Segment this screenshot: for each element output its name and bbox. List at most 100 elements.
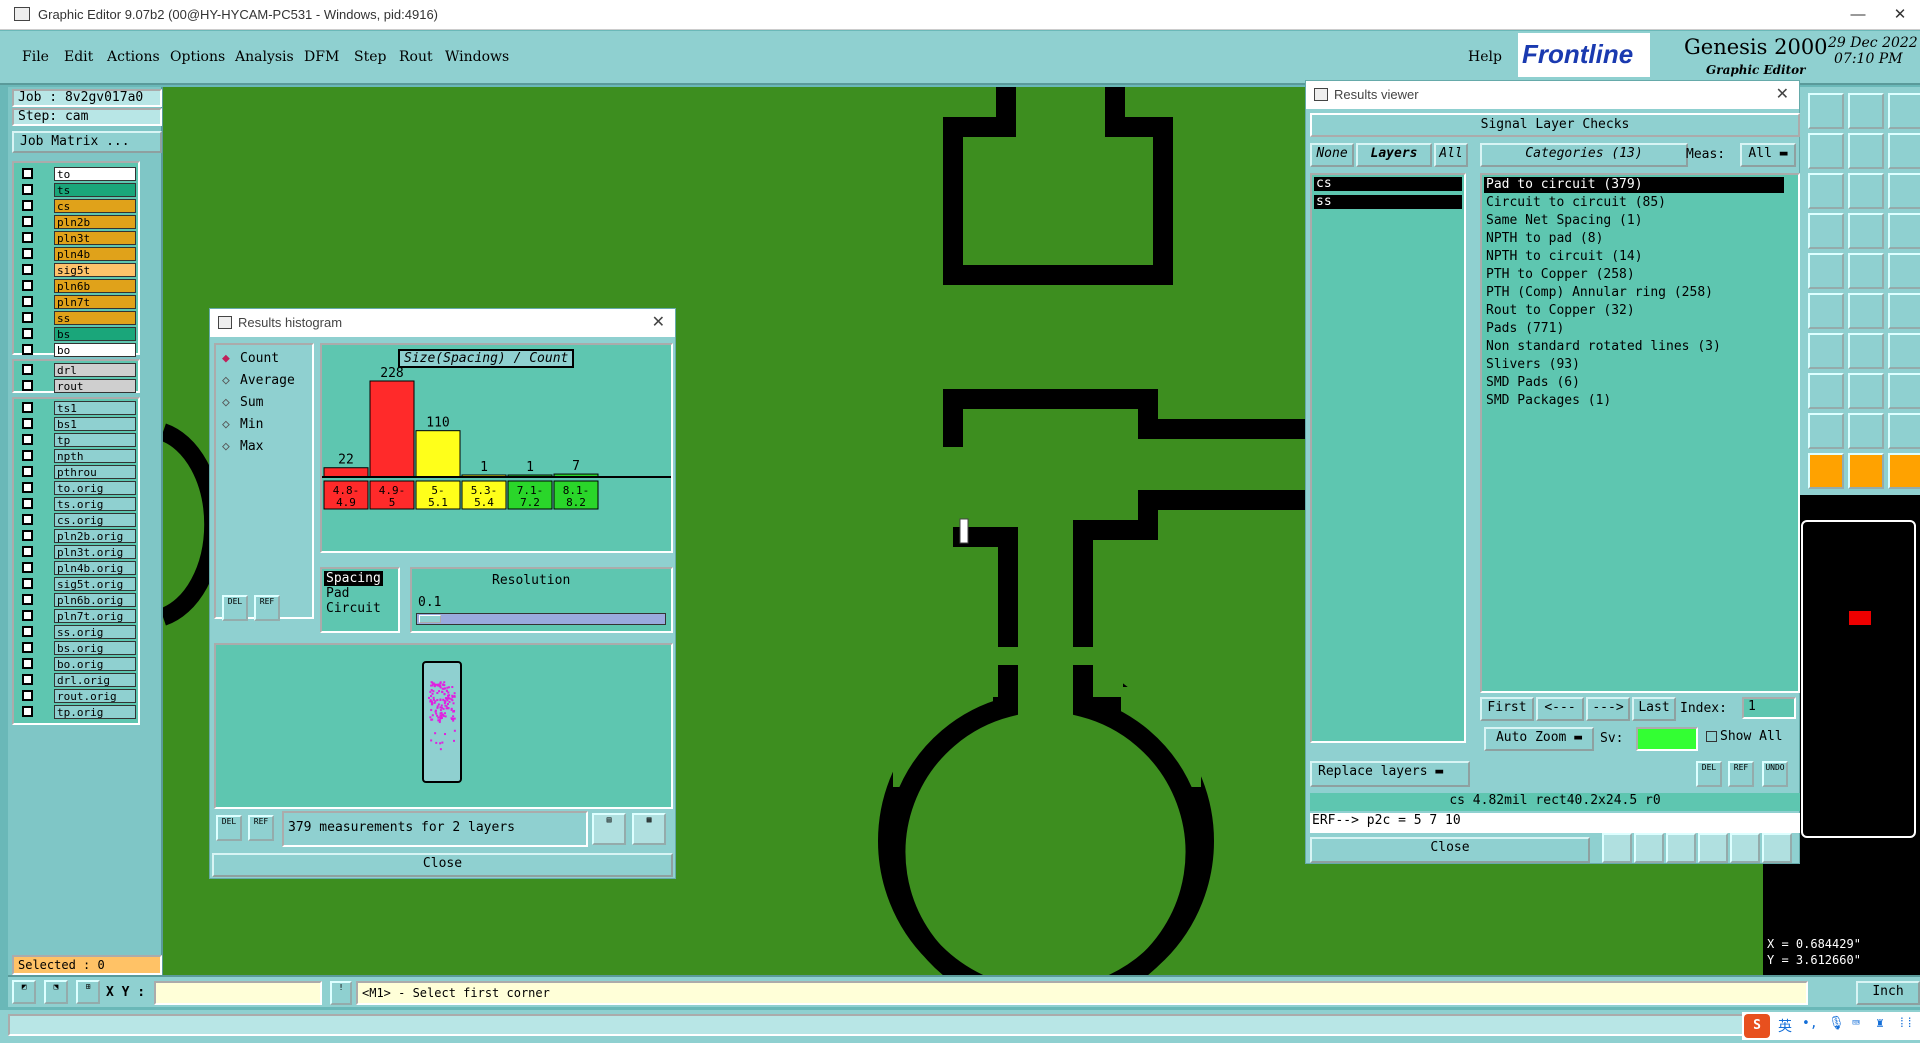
home-icon[interactable] — [1848, 93, 1884, 129]
layer-checkbox[interactable] — [22, 642, 33, 653]
keyboard-icon[interactable]: ⌨ — [1852, 1016, 1860, 1031]
categories-header[interactable]: Categories (13) — [1480, 143, 1688, 167]
histogram-close-button[interactable]: Close — [212, 853, 673, 877]
copy-icon[interactable] — [1888, 373, 1920, 409]
layer-checkbox[interactable] — [22, 530, 33, 541]
viewer-undo-button[interactable]: UNDO — [1762, 761, 1788, 787]
layer-row-ts1[interactable]: ts1 — [16, 401, 140, 415]
viewer-ref-button[interactable]: REF — [1728, 761, 1754, 787]
layer-row-pln4b.orig[interactable]: pln4b.orig — [16, 561, 140, 575]
maximize-button[interactable] — [1840, 4, 1880, 26]
layer-name[interactable]: pln7t — [54, 295, 136, 309]
layer-row-ss.orig[interactable]: ss.orig — [16, 625, 140, 639]
layer-row-ss[interactable]: ss — [16, 311, 140, 325]
index-field[interactable]: 1 — [1742, 697, 1796, 719]
category-item[interactable]: Slivers (93) — [1484, 357, 1784, 373]
next-button[interactable]: ---> — [1586, 697, 1630, 721]
mode-max[interactable]: ◇ Max — [222, 439, 312, 457]
layer-checkbox[interactable] — [22, 594, 33, 605]
layer-checkbox[interactable] — [22, 402, 33, 413]
units-select[interactable]: Inch — [1856, 981, 1920, 1005]
layer-checkbox[interactable] — [22, 328, 33, 339]
select-icon[interactable] — [1808, 453, 1844, 489]
pad-icon[interactable] — [1888, 253, 1920, 289]
layer-row-bo[interactable]: bo — [16, 343, 140, 357]
result-layer-ss[interactable]: ss — [1314, 195, 1462, 209]
shirt-icon[interactable]: ♜ — [1876, 1016, 1884, 1031]
layer-name[interactable]: bs.orig — [54, 641, 136, 655]
layer-result-list[interactable]: cs ss — [1310, 173, 1466, 743]
layer-name[interactable]: pln6b — [54, 279, 136, 293]
layer-row-pthrou[interactable]: pthrou — [16, 465, 140, 479]
ref-button-bottom[interactable]: REF — [248, 815, 274, 841]
result-layer-cs[interactable]: cs — [1314, 177, 1462, 191]
layer-checkbox[interactable] — [22, 312, 33, 323]
layers-button[interactable]: Layers — [1356, 143, 1432, 167]
layer-checkbox[interactable] — [22, 482, 33, 493]
layer-row-tp.orig[interactable]: tp.orig — [16, 705, 140, 719]
layer-row-npth[interactable]: npth — [16, 449, 140, 463]
report-icon[interactable] — [1730, 833, 1760, 863]
layer-row-pln6b[interactable]: pln6b — [16, 279, 140, 293]
layer-row-pln4b[interactable]: pln4b — [16, 247, 140, 261]
layer-checkbox[interactable] — [22, 562, 33, 573]
layer-row-rout[interactable]: rout — [16, 379, 140, 393]
layer-name[interactable]: ts.orig — [54, 497, 136, 511]
layer-name[interactable]: rout — [54, 379, 136, 393]
show-all-checkbox[interactable] — [1706, 731, 1717, 742]
layer-name[interactable]: sig5t — [54, 263, 136, 277]
layer-row-cs[interactable]: cs — [16, 199, 140, 213]
layer-name[interactable]: rout.orig — [54, 689, 136, 703]
layer-icon[interactable] — [1888, 93, 1920, 129]
layer-row-pln2b[interactable]: pln2b — [16, 215, 140, 229]
layer-name[interactable]: ss — [54, 311, 136, 325]
layer-row-ts.orig[interactable]: ts.orig — [16, 497, 140, 511]
layer-checkbox[interactable] — [22, 514, 33, 525]
ime-language[interactable]: 英 — [1778, 1016, 1792, 1036]
layer-name[interactable]: pln2b — [54, 215, 136, 229]
pointer-icon[interactable] — [1848, 453, 1884, 489]
last-button[interactable]: Last — [1632, 697, 1676, 721]
net-icon[interactable] — [1848, 213, 1884, 249]
grid-apps-icon[interactable]: ⁞⁞ — [1898, 1016, 1914, 1031]
layer-name[interactable]: bs1 — [54, 417, 136, 431]
layer-name[interactable]: bo.orig — [54, 657, 136, 671]
sv-color-select[interactable] — [1636, 727, 1698, 751]
layer-name[interactable]: pln4b.orig — [54, 561, 136, 575]
layer-name[interactable]: pln6b.orig — [54, 593, 136, 607]
layer-row-pln6b.orig[interactable]: pln6b.orig — [16, 593, 140, 607]
layer-row-to[interactable]: to — [16, 167, 140, 181]
layer-name[interactable]: cs.orig — [54, 513, 136, 527]
mode-average[interactable]: ◇ Average — [222, 373, 312, 391]
layer-checkbox[interactable] — [22, 466, 33, 477]
del-button-bottom[interactable]: DEL — [216, 815, 242, 841]
category-list[interactable]: Pad to circuit (379) Circuit to circuit (… — [1480, 173, 1800, 693]
layer-name[interactable]: sig5t.orig — [54, 577, 136, 591]
layer-checkbox[interactable] — [22, 296, 33, 307]
layer-row-pln3t[interactable]: pln3t — [16, 231, 140, 245]
category-item[interactable]: SMD Packages (1) — [1484, 393, 1784, 409]
layer-name[interactable]: tp — [54, 433, 136, 447]
net-alt-icon[interactable] — [1888, 213, 1920, 249]
layer-row-ts[interactable]: ts — [16, 183, 140, 197]
layer-name[interactable]: pln3t — [54, 231, 136, 245]
layer-name[interactable]: to — [54, 167, 136, 181]
layer-checkbox[interactable] — [22, 380, 33, 391]
resolution-slider[interactable] — [416, 613, 666, 625]
line-icon[interactable] — [1808, 333, 1844, 369]
menu-edit[interactable]: Edit — [64, 49, 93, 65]
layer-name[interactable]: pln7t.orig — [54, 609, 136, 623]
layer-row-tp[interactable]: tp — [16, 433, 140, 447]
punctuation-icon[interactable]: •, — [1802, 1016, 1818, 1031]
arc-icon[interactable] — [1888, 293, 1920, 329]
layer-row-pln2b.orig[interactable]: pln2b.orig — [16, 529, 140, 543]
mode-sum[interactable]: ◇ Sum — [222, 395, 312, 413]
layer-name[interactable]: pln4b — [54, 247, 136, 261]
layer-checkbox[interactable] — [22, 280, 33, 291]
layer-checkbox[interactable] — [22, 626, 33, 637]
auto-zoom-select[interactable]: Auto Zoom ▬ — [1484, 727, 1594, 751]
histogram-bar[interactable] — [323, 467, 369, 478]
save-icon[interactable] — [1808, 93, 1844, 129]
menu-options[interactable]: Options — [170, 49, 225, 65]
measure-icon[interactable]: ⬔ — [44, 980, 68, 1004]
